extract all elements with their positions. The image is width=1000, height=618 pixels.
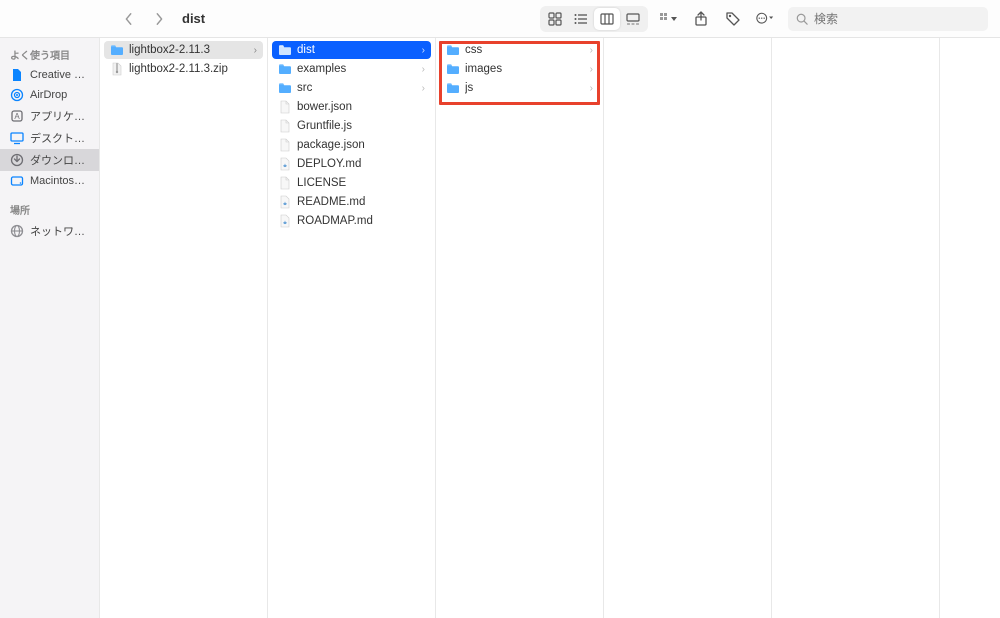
column: dist › examples › src › bower.json Gruntfile.js…: [268, 38, 436, 618]
folder-item[interactable]: examples ›: [272, 60, 431, 78]
item-name: LICENSE: [297, 177, 425, 189]
sidebar-item[interactable]: デスクトップ: [0, 127, 99, 149]
sidebar-item[interactable]: ネットワーク: [0, 220, 99, 242]
page-title: dist: [182, 11, 205, 26]
folder-item[interactable]: js ›: [440, 79, 599, 97]
folder-item[interactable]: css ›: [440, 41, 599, 59]
md-icon: [278, 214, 292, 228]
desktop-icon: [10, 131, 24, 145]
search-icon: [796, 13, 808, 25]
zip-icon: [110, 62, 124, 76]
toolbar: dist: [0, 0, 1000, 38]
folder-icon: [446, 62, 460, 76]
list-view-button[interactable]: [568, 8, 594, 30]
item-name: bower.json: [297, 101, 425, 113]
doc-icon: [10, 68, 24, 82]
file-item[interactable]: ROADMAP.md: [272, 212, 431, 230]
item-name: DEPLOY.md: [297, 158, 425, 170]
chevron-right-icon: ›: [254, 45, 257, 56]
sidebar-section-title: よく使う項目: [0, 44, 99, 65]
item-name: dist: [297, 44, 417, 56]
action-menu-button[interactable]: [756, 10, 774, 28]
forward-button[interactable]: [152, 12, 166, 26]
folder-icon: [278, 43, 292, 57]
network-icon: [10, 224, 24, 238]
folder-item[interactable]: images ›: [440, 60, 599, 78]
sidebar-item-label: AirDrop: [30, 89, 67, 101]
file-item[interactable]: LICENSE: [272, 174, 431, 192]
sidebar-item-label: ネットワーク: [30, 223, 89, 239]
item-name: package.json: [297, 139, 425, 151]
sidebar: よく使う項目 Creative Clo... AirDrop A アプリケーシ… デスクト…: [0, 38, 100, 618]
file-item[interactable]: README.md: [272, 193, 431, 211]
back-button[interactable]: [122, 12, 136, 26]
folder-icon: [446, 43, 460, 57]
folder-item[interactable]: lightbox2-2.11.3 ›: [104, 41, 263, 59]
folder-icon: [278, 62, 292, 76]
file-icon: [278, 138, 292, 152]
item-name: css: [465, 44, 585, 56]
md-icon: [278, 195, 292, 209]
folder-item[interactable]: dist ›: [272, 41, 431, 59]
sidebar-item-label: Creative Clo...: [30, 69, 89, 81]
tag-button[interactable]: [724, 10, 742, 28]
column: [604, 38, 772, 618]
item-name: lightbox2-2.11.3: [129, 44, 249, 56]
chevron-right-icon: ›: [590, 64, 593, 75]
sidebar-item[interactable]: A アプリケーシ…: [0, 105, 99, 127]
sidebar-item-label: Macintosh HD: [30, 175, 89, 187]
item-name: README.md: [297, 196, 425, 208]
gallery-view-button[interactable]: [620, 8, 646, 30]
file-item[interactable]: DEPLOY.md: [272, 155, 431, 173]
column-browser: lightbox2-2.11.3 › lightbox2-2.11.3.zip dis…: [100, 38, 1000, 618]
file-icon: [278, 176, 292, 190]
sidebar-item-label: ダウンロード: [30, 152, 89, 168]
file-item[interactable]: lightbox2-2.11.3.zip: [104, 60, 263, 78]
sidebar-item[interactable]: ダウンロード: [0, 149, 99, 171]
icon-view-button[interactable]: [542, 8, 568, 30]
download-icon: [10, 153, 24, 167]
file-item[interactable]: bower.json: [272, 98, 431, 116]
app-icon: A: [10, 109, 24, 123]
item-name: Gruntfile.js: [297, 120, 425, 132]
sidebar-item-label: アプリケーシ…: [30, 108, 89, 124]
sidebar-item[interactable]: AirDrop: [0, 85, 99, 105]
item-name: src: [297, 82, 417, 94]
folder-icon: [110, 43, 124, 57]
share-button[interactable]: [692, 10, 710, 28]
column: [772, 38, 940, 618]
chevron-right-icon: ›: [422, 64, 425, 75]
chevron-right-icon: ›: [422, 45, 425, 56]
chevron-right-icon: ›: [590, 45, 593, 56]
md-icon: [278, 157, 292, 171]
item-name: js: [465, 82, 585, 94]
column: lightbox2-2.11.3 › lightbox2-2.11.3.zip: [100, 38, 268, 618]
column: css › images › js ›: [436, 38, 604, 618]
folder-icon: [278, 81, 292, 95]
sidebar-item[interactable]: Macintosh HD: [0, 171, 99, 191]
file-item[interactable]: package.json: [272, 136, 431, 154]
sidebar-item[interactable]: Creative Clo...: [0, 65, 99, 85]
group-by-button[interactable]: [660, 10, 678, 28]
svg-text:A: A: [14, 112, 20, 121]
chevron-right-icon: ›: [590, 83, 593, 94]
file-icon: [278, 100, 292, 114]
item-name: examples: [297, 63, 417, 75]
airdrop-icon: [10, 88, 24, 102]
file-icon: [278, 119, 292, 133]
file-item[interactable]: Gruntfile.js: [272, 117, 431, 135]
item-name: images: [465, 63, 585, 75]
chevron-right-icon: ›: [422, 83, 425, 94]
search-box[interactable]: [788, 7, 988, 31]
folder-icon: [446, 81, 460, 95]
column-view-button[interactable]: [594, 8, 620, 30]
sidebar-section-title: 場所: [0, 199, 99, 220]
search-input[interactable]: [814, 12, 980, 26]
view-mode-group: [540, 6, 648, 32]
item-name: ROADMAP.md: [297, 215, 425, 227]
sidebar-item-label: デスクトップ: [30, 130, 89, 146]
item-name: lightbox2-2.11.3.zip: [129, 63, 257, 75]
folder-item[interactable]: src ›: [272, 79, 431, 97]
disk-icon: [10, 174, 24, 188]
